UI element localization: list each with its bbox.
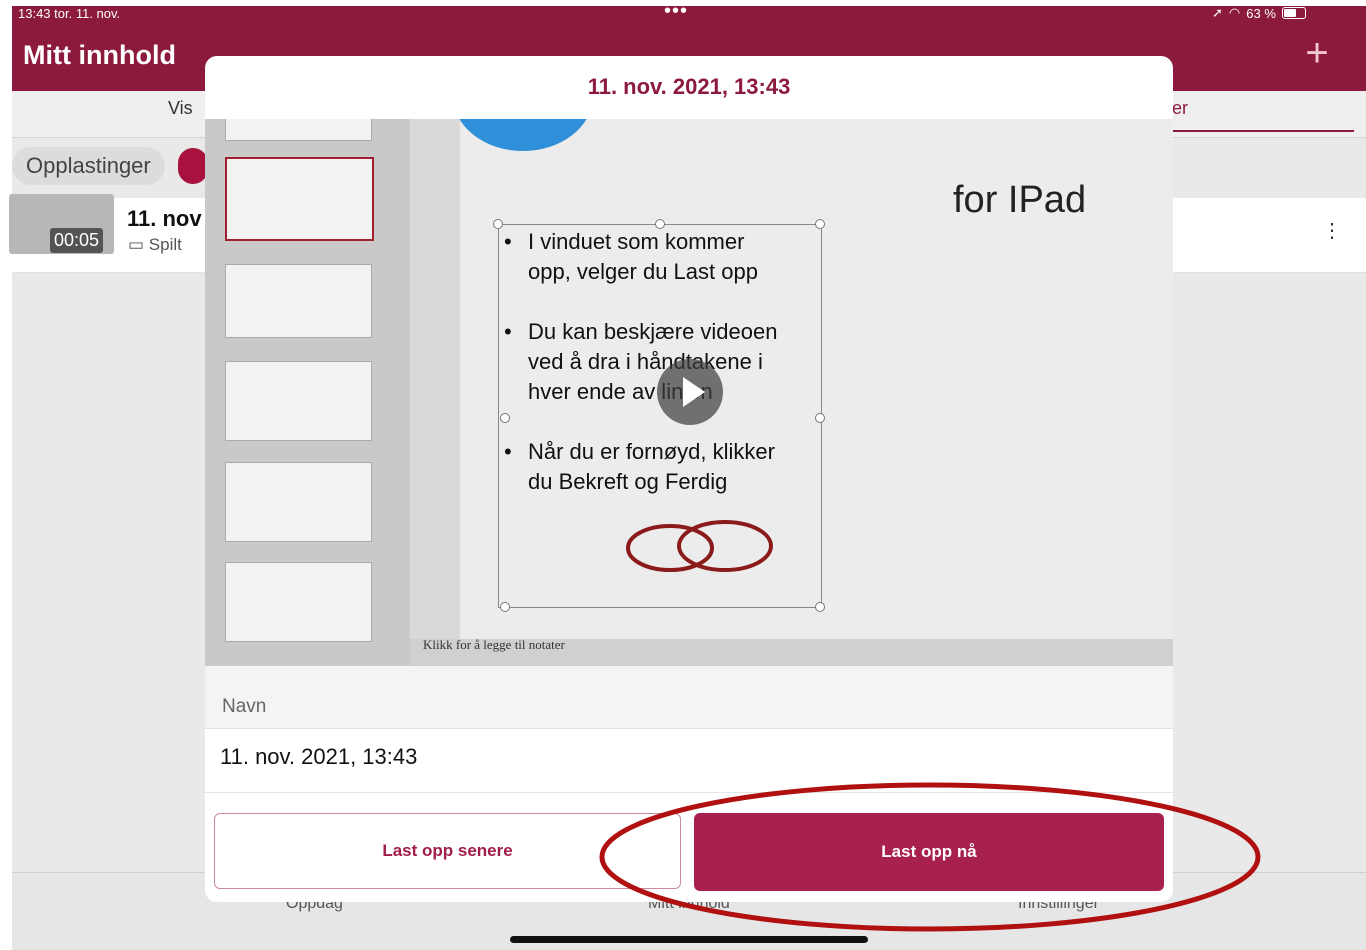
slide-thumb	[225, 562, 372, 642]
divider	[205, 792, 1173, 793]
upload-later-button[interactable]: Last opp senere	[214, 813, 681, 889]
item-subtitle: ▭ Spilt	[128, 235, 182, 255]
notes-placeholder: Klikk for å legge til notater	[423, 637, 565, 652]
multitask-dots[interactable]: •••	[664, 0, 688, 23]
wifi-icon: ◠	[1228, 5, 1241, 20]
slide-thumb	[225, 157, 374, 241]
item-title: 11. nov	[127, 206, 202, 231]
play-icon[interactable]	[657, 359, 723, 425]
bullet-line: I vinduet som kommer	[528, 229, 745, 254]
status-indicators: ➚ ◠ 63 %	[1212, 5, 1306, 21]
filter-chip-uploads[interactable]: Opplastinger	[12, 147, 165, 185]
video-preview[interactable]: for IPad I vinduet som kommer opp, velge…	[205, 119, 1173, 666]
name-label-row	[205, 666, 1173, 729]
slide-thumb	[225, 462, 372, 542]
home-indicator[interactable]	[510, 936, 868, 943]
slide-thumb	[225, 264, 372, 338]
tab-underline	[1158, 130, 1354, 132]
bullet-line: Når du er fornøyd, klikker	[528, 439, 775, 464]
battery-percent: 63 %	[1246, 5, 1276, 21]
bullet-line: opp, velger du Last opp	[528, 259, 758, 284]
slide-rings	[626, 520, 773, 572]
bullet-line: Du kan beskjære videoen	[528, 319, 778, 344]
upload-now-button[interactable]: Last opp nå	[694, 813, 1164, 891]
tab-left[interactable]: Vis	[168, 98, 193, 119]
bullet-line: du Bekreft og Ferdig	[528, 469, 728, 494]
status-time: 13:43 tor. 11. nov.	[18, 6, 121, 21]
resize-handle	[500, 413, 510, 423]
resize-handle	[493, 219, 503, 229]
resize-handle	[500, 602, 510, 612]
plus-icon[interactable]: +	[1300, 33, 1334, 73]
chip-badge	[178, 148, 208, 184]
resize-handle	[815, 413, 825, 423]
video-duration: 00:05	[50, 228, 104, 253]
dialog-title: 11. nov. 2021, 13:43	[587, 74, 791, 99]
location-icon: ➚	[1212, 5, 1223, 20]
item-subtitle-text: Spilt	[148, 235, 182, 254]
page-title: Mitt innhold	[23, 40, 176, 70]
battery-icon	[1281, 7, 1306, 19]
slide-thumb	[225, 119, 372, 141]
slide-bullet: I vinduet som kommer opp, velger du Last…	[504, 227, 824, 287]
name-field[interactable]: 11. nov. 2021, 13:43	[220, 744, 417, 770]
slide-heading: for IPad	[953, 179, 1087, 221]
more-options-icon[interactable]: ⋮	[1322, 218, 1342, 243]
battery-fill	[1283, 9, 1296, 17]
upload-dialog: 11. nov. 2021, 13:43 for IPad I vinduet …	[205, 56, 1173, 902]
name-label: Navn	[222, 696, 267, 717]
slide-strip	[205, 119, 410, 666]
camera-icon: ▭	[128, 235, 145, 254]
slide-thumb	[225, 361, 372, 441]
resize-handle	[815, 602, 825, 612]
slide-bullet: Når du er fornøyd, klikker du Bekreft og…	[504, 437, 824, 497]
